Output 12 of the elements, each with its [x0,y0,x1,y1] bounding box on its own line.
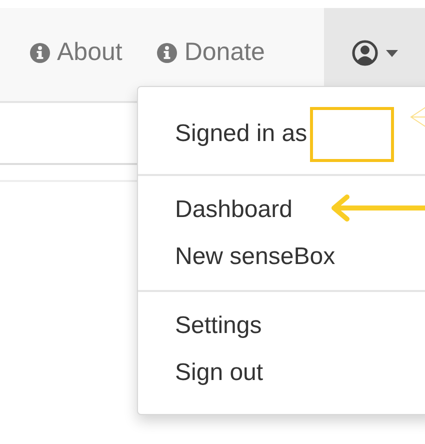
pointer-lines-drawing [410,105,425,129]
menu-item[interactable]: Sign out [138,349,425,396]
info-icon [157,42,178,62]
signed-in-label: Signed in as [175,120,308,148]
user-avatar-icon [352,40,378,66]
menu-item[interactable]: New senseBox [138,233,425,280]
info-icon [30,42,50,62]
nav-link[interactable]: About [30,32,122,73]
nav-link[interactable]: Donate [157,32,265,73]
caret-icon [386,50,398,56]
menu-item[interactable]: Dashboard [138,186,425,233]
menu-item[interactable]: Settings [138,302,425,349]
